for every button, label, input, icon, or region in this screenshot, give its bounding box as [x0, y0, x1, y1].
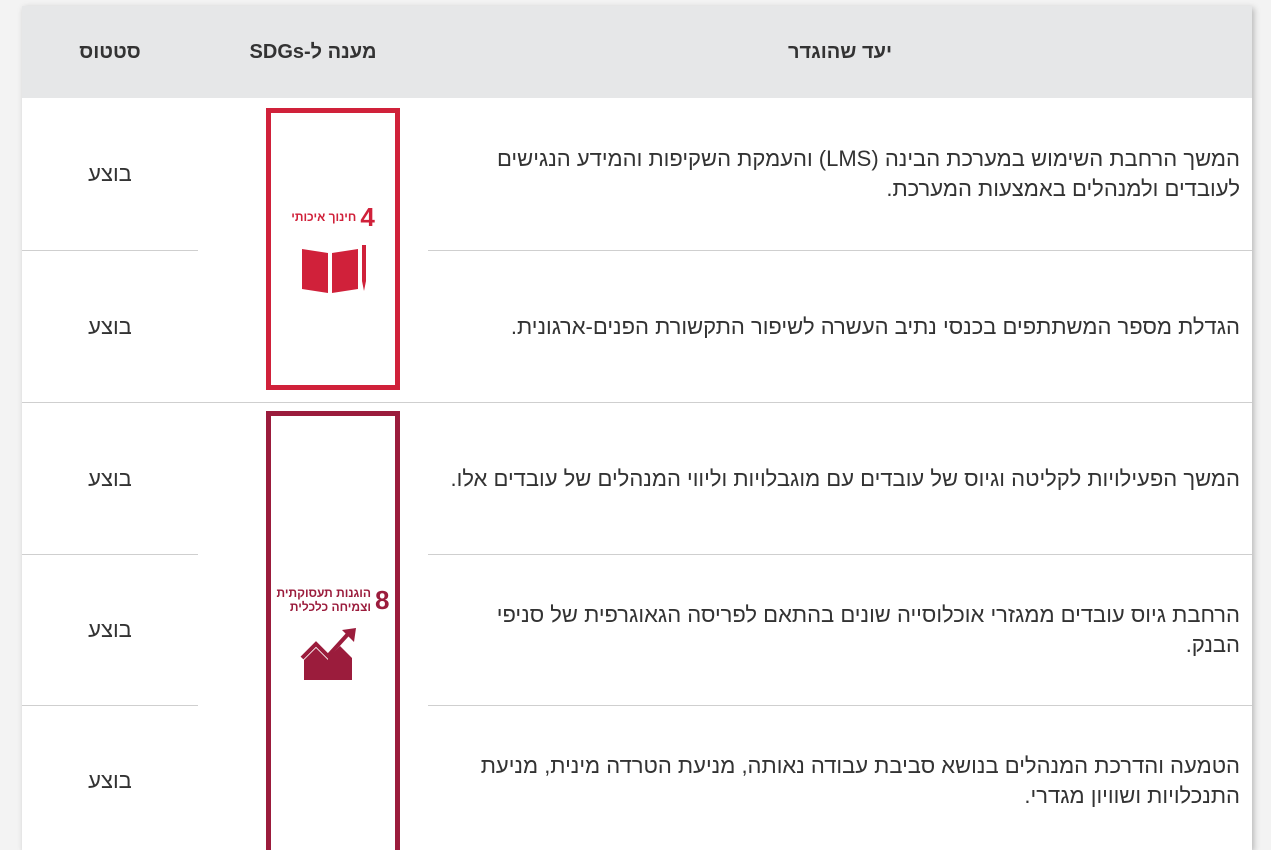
header-sdg: מענה ל-SDGs: [249, 40, 377, 63]
sdg8-number: 8: [375, 584, 390, 615]
table-row-goal: הגדלת מספר המשתתפים בכנסי נתיב העשרה לשי…: [510, 313, 1240, 339]
table-row-goal: המשך הרחבת השימוש במערכת הבינה (LMS) והע…: [496, 146, 1240, 201]
sdg8-badge: 8 הוגנות תעסוקתית וצמיחה כלכלית: [266, 411, 400, 850]
header-status: סטטוס: [79, 40, 141, 63]
goals-table: יעד שהוגדר מענה ל-SDGs סטטוס המשך הרחבת …: [22, 6, 1252, 850]
sdg8-label-line2: וצמיחה כלכלית: [289, 600, 371, 614]
table-row-status: בוצע: [88, 617, 132, 642]
table-row-status: בוצע: [88, 465, 132, 491]
sdg8-label: הוגנות תעסוקתית וצמיחה כלכלית: [277, 586, 371, 614]
table-row-goal: המשך הפעילויות לקליטה וגיוס של עובדים עם…: [450, 465, 1241, 491]
table-row-goal: הטמעה והדרכת המנהלים בנושא סביבת עבודה נ…: [480, 753, 1240, 808]
sdg4-label: חינוך איכותי: [291, 210, 357, 224]
table-row-status: בוצע: [88, 161, 132, 186]
table-header: יעד שהוגדר מענה ל-SDGs סטטוס: [22, 6, 1252, 98]
sdg4-number: 4: [360, 201, 375, 232]
sdg8-title: 8 הוגנות תעסוקתית וצמיחה כלכלית: [277, 585, 390, 616]
table-row-status: בוצע: [88, 313, 132, 339]
sdg4-badge: 4 חינוך איכותי: [266, 108, 400, 390]
header-goal: יעד שהוגדר: [788, 40, 892, 63]
sdg4-title: 4 חינוך איכותי: [291, 202, 375, 233]
growth-chart-icon: [300, 627, 356, 680]
book-pencil-icon: [302, 244, 366, 293]
table-row-goal: הרחבת גיוס עובדים ממגזרי אוכלוסייה שונים…: [496, 602, 1240, 657]
table-row-status: בוצע: [88, 768, 132, 793]
sdg8-label-line1: הוגנות תעסוקתית: [276, 586, 371, 600]
